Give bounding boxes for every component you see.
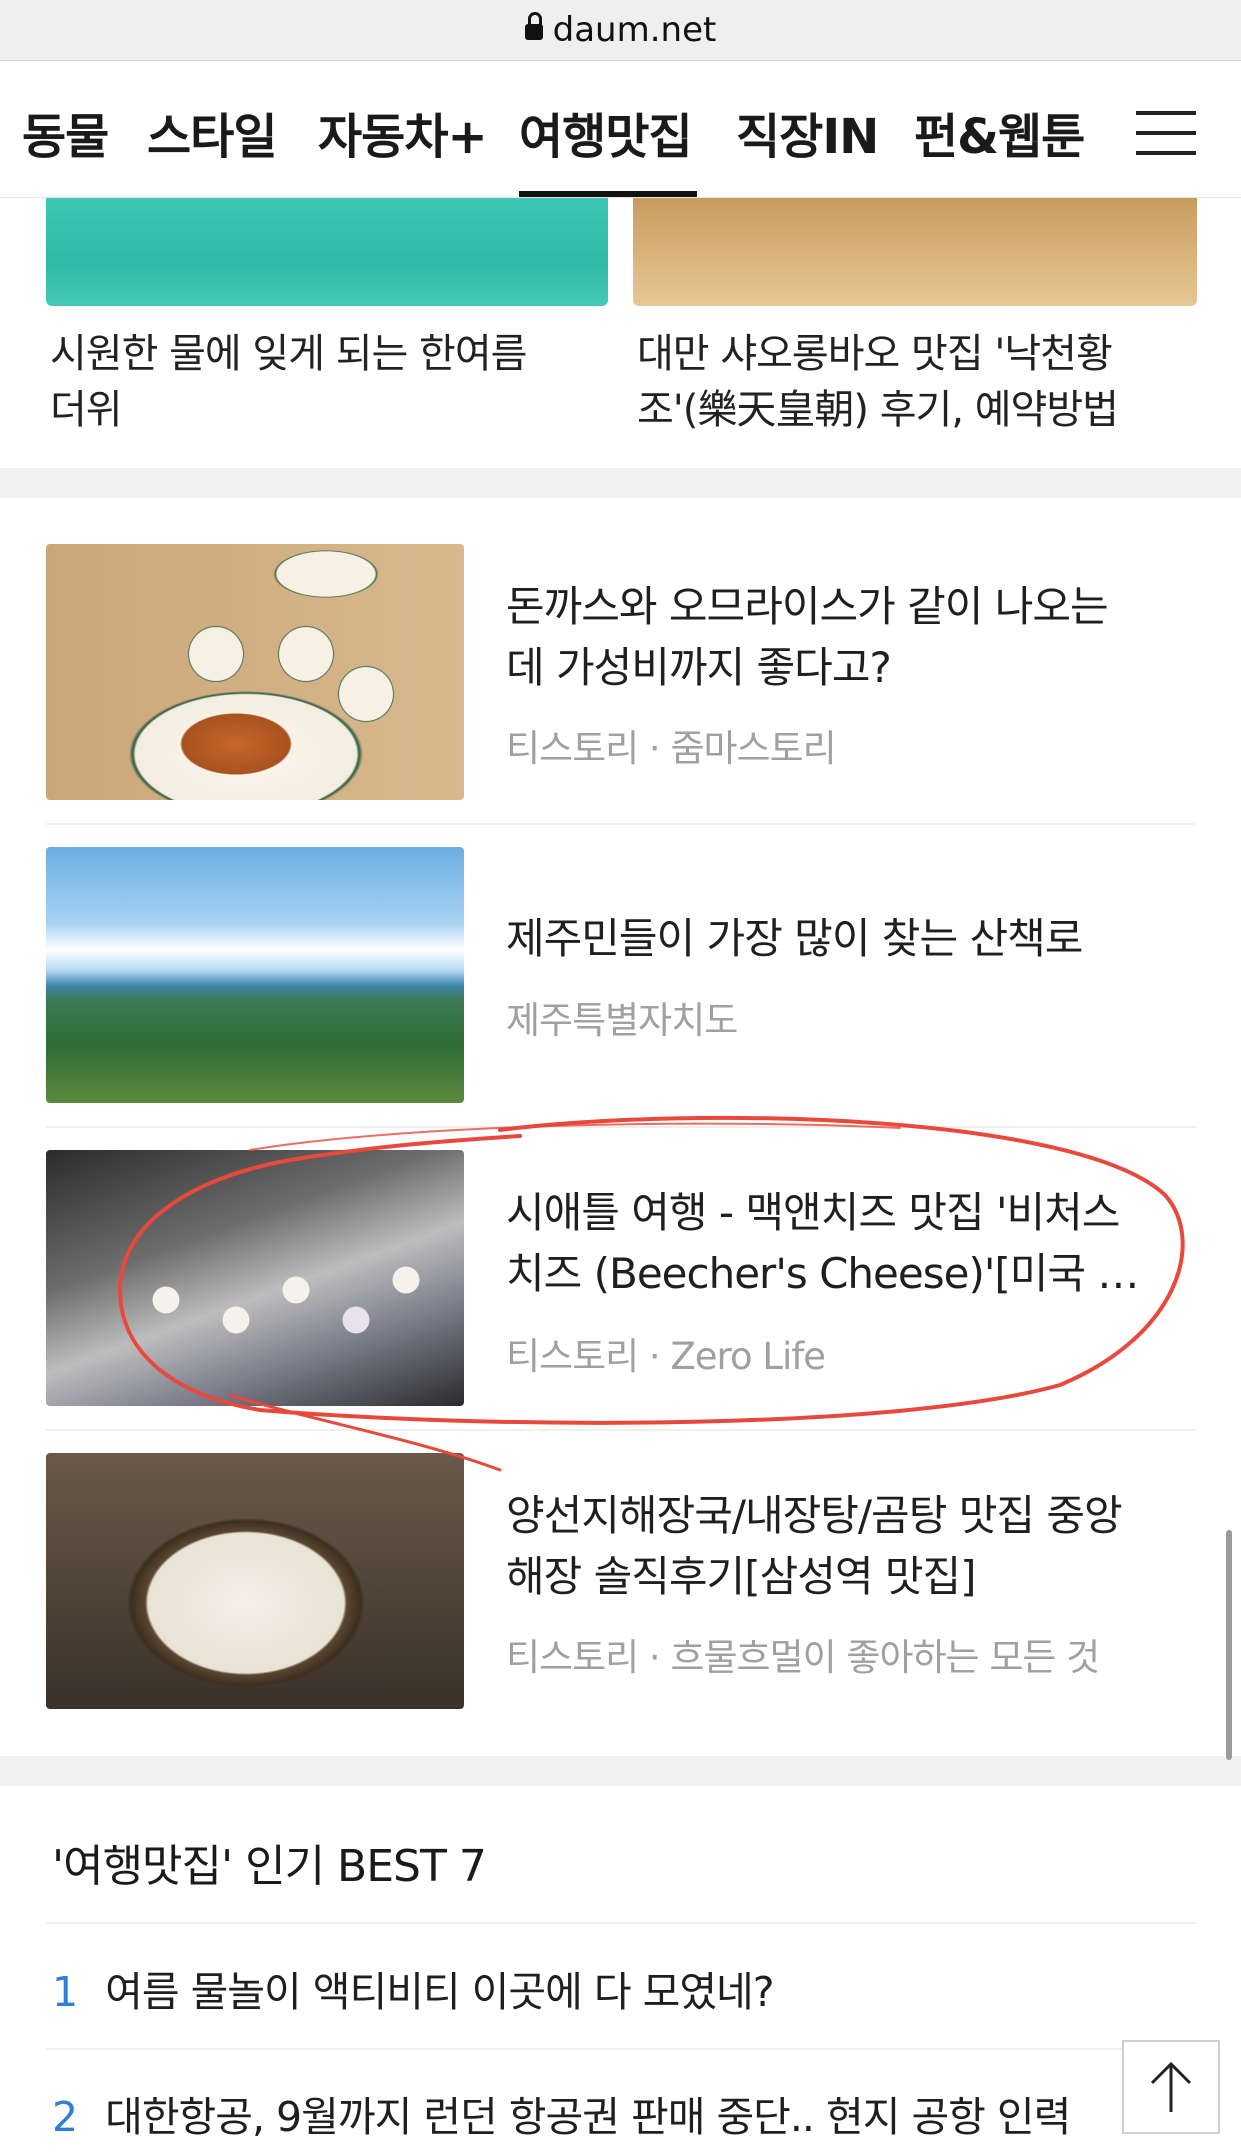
tab-style[interactable]: 스타일 [147,97,277,167]
tab-travel-food[interactable]: 여행맛집 [519,97,693,167]
article-source: 티스토리 · Zero Life [506,1335,826,1378]
article-thumbnail-haejangguk[interactable] [46,1453,464,1709]
article-thumbnail-cheese-shop[interactable] [46,1150,464,1406]
top-card-image-dumpling[interactable] [633,198,1197,306]
rank-number: 2 [52,2093,78,2141]
divider [46,823,1196,825]
divider [46,1429,1196,1431]
hamburger-menu-icon[interactable] [1136,111,1196,155]
top-card-caption[interactable]: 시원한 물에 잊게 되는 한여름 더위 [50,326,527,438]
top-card-caption[interactable]: 대만 샤오롱바오 맛집 '낙천황 조'(樂天皇朝) 후기, 예약방법 [637,326,1119,438]
article-title[interactable]: 양선지해장국/내장탕/곰탕 맛집 중앙 해장 솔직후기[삼성역 맛집] [506,1485,1186,1607]
article-title[interactable]: 시애틀 여행 - 맥앤치즈 맛집 '비처스 치즈 (Beecher's Chee… [506,1182,1186,1304]
article-thumbnail-tonkatsu[interactable] [46,544,464,800]
section-gap [0,1756,1241,1786]
scrollbar[interactable] [1226,1530,1232,1760]
best-item-text: 여름 물놀이 액티비티 이곳에 다 모였네? [105,1968,774,2016]
article-source: 티스토리 · 줌마스토리 [506,727,837,770]
tab-fun-webtoon[interactable]: 펀&웹툰 [914,97,1085,167]
tab-work[interactable]: 직장IN [736,97,879,167]
tab-animals[interactable]: 동물 [22,97,109,167]
active-tab-indicator [519,191,697,197]
address-domain: daum.net [552,10,717,50]
scroll-top-button[interactable] [1122,2040,1220,2134]
article-title[interactable]: 돈까스와 오므라이스가 같이 나오는 데 가성비까지 좋다고? [506,576,1186,698]
rank-number: 1 [52,1968,78,2016]
article-source: 제주특별자치도 [506,999,738,1042]
article-source: 티스토리 · 흐물흐멀이 좋아하는 모든 것 [506,1636,1100,1679]
tab-cars[interactable]: 자동차+ [318,97,488,167]
best-list-item[interactable]: 2 대한항공, 9월까지 런던 항공권 판매 중단.. 현지 공항 인력 [52,2083,1122,2143]
top-card-image-sea[interactable] [46,198,608,306]
best-section-title: '여행맛집' 인기 BEST 7 [52,1841,487,1892]
category-tab-bar: 동물 스타일 자동차+ 여행맛집 직장IN 펀&웹툰 [0,61,1241,198]
best-list-item[interactable]: 1 여름 물놀이 액티비티 이곳에 다 모였네? [52,1958,775,2018]
section-gap [0,468,1241,498]
address-bar[interactable]: daum.net [0,0,1241,61]
divider [46,1922,1196,1924]
article-thumbnail-jeju-trail[interactable] [46,847,464,1103]
divider [46,2048,1196,2050]
article-title[interactable]: 제주민들이 가장 많이 찾는 산책로 [506,908,1186,969]
best-item-text: 대한항공, 9월까지 런던 항공권 판매 중단.. 현지 공항 인력 [105,2093,1071,2141]
lock-icon [524,12,543,40]
arrow-up-icon [1150,2061,1192,2112]
divider [46,1126,1196,1128]
